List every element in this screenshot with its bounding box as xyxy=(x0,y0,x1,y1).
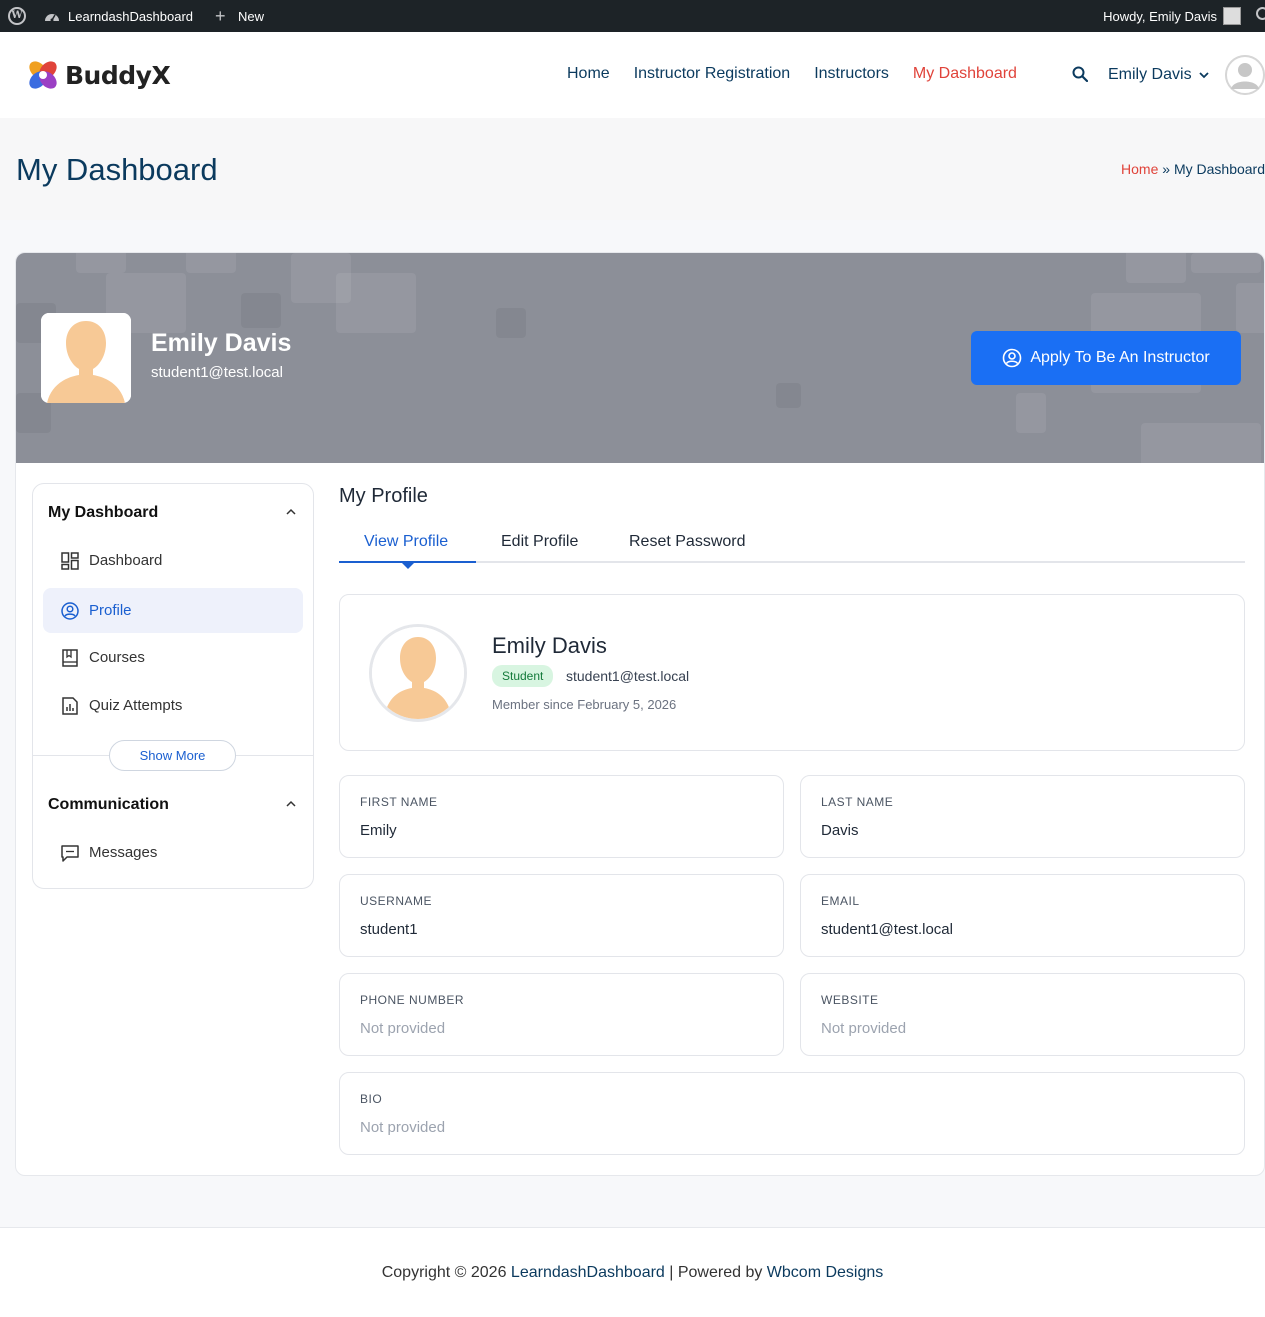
nav-instructor-registration[interactable]: Instructor Registration xyxy=(634,65,791,83)
dashboard-sidebar: My Dashboard Dashboard Profile Courses Q… xyxy=(32,483,314,889)
footer-powered-link[interactable]: Wbcom Designs xyxy=(767,1264,883,1281)
sidebar-item-dashboard[interactable]: Dashboard xyxy=(43,538,303,583)
field-phone-number: PHONE NUMBER Not provided xyxy=(339,973,784,1056)
apply-instructor-button[interactable]: Apply To Be An Instructor xyxy=(971,331,1241,385)
footer-middle: | Powered by xyxy=(664,1264,767,1281)
sidebar-section-my-dashboard[interactable]: My Dashboard xyxy=(48,504,158,522)
field-username: USERNAME student1 xyxy=(339,874,784,957)
field-website: WEBSITE Not provided xyxy=(800,973,1245,1056)
field-label: LAST NAME xyxy=(821,795,894,809)
sidebar-item-label: Profile xyxy=(89,602,132,619)
search-icon[interactable] xyxy=(1072,66,1088,82)
chevron-down-icon xyxy=(1198,72,1209,79)
site-logo[interactable]: BuddyX xyxy=(26,58,171,92)
profile-tabs: View Profile Edit Profile Reset Password xyxy=(339,533,1245,569)
header-avatar[interactable] xyxy=(1225,55,1265,95)
dashboard-icon xyxy=(61,551,79,570)
user-menu-name: Emily Davis xyxy=(1108,66,1192,83)
cover-user-email: student1@test.local xyxy=(151,364,283,381)
page-title-band: My Dashboard Home » My Dashboard xyxy=(0,118,1265,220)
main-nav: Home Instructor Registration Instructors… xyxy=(567,65,1041,83)
breadcrumb-home[interactable]: Home xyxy=(1121,161,1158,177)
chevron-up-icon[interactable] xyxy=(285,506,297,518)
tab-edit-profile[interactable]: Edit Profile xyxy=(501,533,578,563)
field-label: FIRST NAME xyxy=(360,795,438,809)
book-icon xyxy=(62,648,78,667)
sidebar-item-quiz-attempts[interactable]: Quiz Attempts xyxy=(43,683,303,728)
profile-summary-card: Emily Davis Student student1@test.local … xyxy=(339,594,1245,751)
field-label: BIO xyxy=(360,1092,383,1106)
field-label: EMAIL xyxy=(821,894,860,908)
nav-home[interactable]: Home xyxy=(567,65,610,83)
tab-reset-password[interactable]: Reset Password xyxy=(629,533,746,563)
show-more-button[interactable]: Show More xyxy=(109,740,236,771)
breadcrumb-separator: » xyxy=(1162,161,1171,177)
cover-user-name: Emily Davis xyxy=(151,329,292,357)
field-last-name: LAST NAME Davis xyxy=(800,775,1245,858)
field-label: WEBSITE xyxy=(821,993,879,1007)
field-value: Not provided xyxy=(821,1020,907,1037)
field-label: PHONE NUMBER xyxy=(360,993,465,1007)
footer-prefix: Copyright © 2026 xyxy=(381,1264,511,1281)
admin-search-icon[interactable] xyxy=(1256,7,1265,20)
role-badge: Student xyxy=(492,665,554,687)
message-icon xyxy=(61,844,79,862)
sidebar-item-profile[interactable]: Profile xyxy=(43,588,303,633)
dashboard-card: Emily Davis student1@test.local Apply To… xyxy=(15,252,1265,1176)
field-first-name: FIRST NAME Emily xyxy=(339,775,784,858)
logo-text: BuddyX xyxy=(65,60,171,90)
field-value: student1 xyxy=(360,921,418,938)
admin-new-link[interactable]: New xyxy=(238,9,264,24)
sidebar-item-label: Courses xyxy=(89,649,145,666)
field-value: Not provided xyxy=(360,1020,446,1037)
profile-icon xyxy=(61,601,79,620)
active-tab-arrow xyxy=(402,563,414,569)
field-value: student1@test.local xyxy=(821,921,953,938)
sidebar-item-label: Quiz Attempts xyxy=(89,697,183,714)
site-footer: Copyright © 2026 LearndashDashboard | Po… xyxy=(0,1227,1265,1317)
sidebar-item-label: Messages xyxy=(89,844,158,861)
sidebar-item-label: Dashboard xyxy=(89,552,163,569)
apply-instructor-label: Apply To Be An Instructor xyxy=(1030,349,1210,366)
profile-cover: Emily Davis student1@test.local Apply To… xyxy=(16,253,1264,463)
user-circle-icon xyxy=(1003,348,1022,368)
admin-bar: W LearndashDashboard + New Howdy, Emily … xyxy=(0,0,1265,32)
tab-view-profile[interactable]: View Profile xyxy=(364,533,448,563)
field-value: Emily xyxy=(360,822,397,839)
sidebar-item-messages[interactable]: Messages xyxy=(43,830,303,875)
field-bio: BIO Not provided xyxy=(339,1072,1245,1155)
sidebar-section-communication[interactable]: Communication xyxy=(48,796,169,814)
profile-name: Emily Davis xyxy=(492,633,607,658)
breadcrumb: Home » My Dashboard xyxy=(1121,161,1265,177)
buddyx-logo-icon xyxy=(29,61,57,89)
nav-my-dashboard[interactable]: My Dashboard xyxy=(913,65,1017,83)
dashboard-gauge-icon[interactable] xyxy=(44,9,60,23)
profile-heading: My Profile xyxy=(339,485,428,507)
page-title: My Dashboard xyxy=(16,152,218,187)
nav-instructors[interactable]: Instructors xyxy=(814,65,889,83)
profile-avatar xyxy=(369,624,467,722)
wordpress-icon[interactable]: W xyxy=(8,7,26,25)
breadcrumb-current: My Dashboard xyxy=(1173,161,1265,177)
field-email: EMAIL student1@test.local xyxy=(800,874,1245,957)
plus-icon[interactable]: + xyxy=(215,6,226,27)
footer-copyright: Copyright © 2026 LearndashDashboard | Po… xyxy=(0,1264,1265,1282)
admin-howdy[interactable]: Howdy, Emily Davis xyxy=(1103,9,1217,24)
sidebar-item-courses[interactable]: Courses xyxy=(43,635,303,680)
chevron-up-icon[interactable] xyxy=(285,798,297,810)
admin-avatar[interactable] xyxy=(1223,7,1241,25)
field-value: Davis xyxy=(821,822,859,839)
member-since: Member since February 5, 2026 xyxy=(492,697,677,712)
site-header: BuddyX Home Instructor Registration Inst… xyxy=(0,32,1265,118)
footer-site-link[interactable]: LearndashDashboard xyxy=(511,1264,665,1281)
report-icon xyxy=(62,696,78,715)
field-label: USERNAME xyxy=(360,894,433,908)
admin-site-name[interactable]: LearndashDashboard xyxy=(68,9,193,24)
user-menu[interactable]: Emily Davis xyxy=(1108,66,1210,84)
field-value: Not provided xyxy=(360,1119,446,1136)
profile-email: student1@test.local xyxy=(566,668,690,684)
cover-avatar xyxy=(41,313,131,403)
